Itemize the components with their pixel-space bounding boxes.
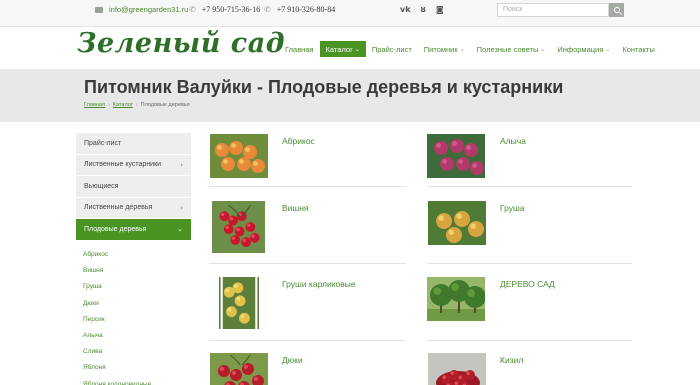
sidebar-subitem[interactable]: Персик — [76, 311, 191, 327]
sidebar-submenu: Абрикос Вишня Груша Дюки Персик Алыча Слива Ябл… — [76, 241, 191, 385]
product-name[interactable]: Вишня — [282, 203, 309, 213]
sidebar-subitem[interactable]: Яблоня — [76, 360, 191, 376]
mail-icon — [95, 6, 103, 13]
search-input[interactable]: Поиск — [497, 3, 609, 17]
nav-item-label: Прайс-лист — [371, 44, 412, 54]
sidebar-item[interactable]: Лиственные деревья › — [76, 197, 191, 219]
email-link[interactable]: info@greengarden31.ru — [95, 5, 188, 14]
sidebar-item-label: Лиственные деревья — [84, 204, 153, 212]
product-image[interactable] — [428, 199, 486, 250]
sidebar-subitem[interactable]: Яблоня колоновидные — [76, 376, 191, 385]
nav-item-label: Питомник — [423, 44, 458, 54]
row-divider — [427, 263, 632, 264]
nav-item-label: Главная — [285, 44, 314, 54]
product-image[interactable] — [428, 351, 486, 385]
product-image[interactable] — [427, 132, 485, 183]
phone-2[interactable]: ✆ +7 910-326-80-84 — [264, 5, 335, 14]
product-name[interactable]: ДЕРЕВО САД — [500, 279, 555, 289]
chevron-right-icon: › — [180, 160, 183, 169]
row-divider — [209, 340, 406, 341]
breadcrumb: Главная › Каталог › Плодовые деревья — [84, 102, 190, 108]
chevron-down-icon: ⌄ — [459, 45, 465, 53]
nav-item[interactable]: Прайс-лист — [366, 41, 418, 57]
page-title: Питомник Валуйки - Плодовые деревья и ку… — [84, 77, 564, 97]
row-divider — [209, 186, 406, 187]
nav-item[interactable]: Полезные советы ⌄ — [471, 41, 552, 57]
product-name[interactable]: Абрикос — [282, 136, 315, 146]
nav-item-label: Каталог — [325, 44, 353, 54]
phone-1[interactable]: ✆ +7 950-715-36-16 — [189, 5, 260, 14]
product-name[interactable]: Груши карликовые — [282, 279, 356, 289]
product-image[interactable] — [210, 132, 268, 183]
chevron-right-icon: › — [180, 203, 183, 212]
phone-1-text[interactable]: +7 950-715-36-16 — [202, 5, 261, 14]
nav-item[interactable]: Питомник ⌄ — [418, 41, 471, 57]
sidebar-item[interactable]: Лиственные кустарники › — [76, 154, 191, 176]
chevron-down-icon: ⌄ — [540, 45, 546, 53]
nav-item-label: Полезные советы — [476, 44, 539, 54]
nav-item[interactable]: Информация ⌄ — [551, 41, 616, 57]
sidebar-item[interactable]: Плодовые деревья ⌄ — [76, 219, 191, 241]
breadcrumb-catalog[interactable]: Каталог — [113, 102, 133, 108]
nav-item[interactable]: Главная — [279, 41, 320, 57]
nav-item[interactable]: Контакты — [616, 41, 660, 57]
logo[interactable]: Зеленый сад — [77, 28, 285, 59]
chevron-right-icon: › — [107, 102, 110, 108]
product-name[interactable]: Дюки — [282, 355, 303, 365]
sidebar-item-label: Плодовые деревья — [84, 225, 147, 233]
phone-icon: ✆ — [189, 5, 196, 14]
main-nav: Главная Каталог ⌄ Прайс-лист Питомник ⌄ Полезн… — [279, 41, 661, 57]
chevron-down-icon: ⌄ — [177, 225, 183, 234]
search-icon — [613, 7, 620, 13]
sidebar-subitem[interactable]: Абрикос — [76, 247, 191, 263]
product-image[interactable] — [207, 201, 270, 258]
vk-icon[interactable]: vk — [400, 5, 411, 14]
sidebar-subitem[interactable]: Слива — [76, 344, 191, 360]
sidebar-item[interactable]: Вьющиеся — [76, 176, 191, 198]
product-image[interactable] — [427, 275, 486, 326]
instagram-icon[interactable]: ◙ — [436, 5, 444, 14]
odnoklassniki-icon[interactable]: ȣ — [421, 5, 426, 14]
sidebar-item-label: Вьющиеся — [84, 182, 119, 190]
breadcrumb-home[interactable]: Главная — [84, 102, 105, 108]
nav-item-label: Контакты — [622, 44, 655, 54]
product-name[interactable]: Алыча — [500, 136, 526, 146]
search-button[interactable] — [609, 3, 624, 17]
sidebar-item[interactable]: Прайс-лист — [76, 133, 191, 155]
row-divider — [209, 263, 406, 264]
breadcrumb-current: Плодовые деревья — [140, 102, 190, 108]
search-placeholder: Поиск — [503, 6, 523, 13]
phone-icon: ✆ — [264, 5, 271, 14]
product-image[interactable] — [210, 351, 268, 385]
product-image[interactable] — [207, 277, 271, 334]
sidebar-subitem[interactable]: Дюки — [76, 295, 191, 311]
sidebar-item-label: Лиственные кустарники — [84, 161, 162, 169]
sidebar-subitem[interactable]: Вишня — [76, 263, 191, 279]
chevron-right-icon: › — [135, 102, 138, 108]
nav-item[interactable]: Каталог ⌄ — [319, 41, 366, 57]
social-links: vk ȣ ◙ — [400, 5, 444, 14]
chevron-down-icon: ⌄ — [605, 45, 611, 53]
sidebar: Прайс-лист Лиственные кустарники › Вьющиеся… — [76, 133, 191, 385]
chevron-down-icon: ⌄ — [354, 45, 360, 53]
phone-2-text[interactable]: +7 910-326-80-84 — [277, 5, 336, 14]
product-name[interactable]: Кизил — [500, 355, 523, 365]
sidebar-subitem[interactable]: Алыча — [76, 327, 191, 343]
email-text[interactable]: info@greengarden31.ru — [109, 5, 188, 14]
nav-item-label: Информация — [557, 44, 604, 54]
row-divider — [427, 186, 632, 187]
sidebar-item-label: Прайс-лист — [84, 139, 122, 147]
sidebar-subitem[interactable]: Груша — [76, 279, 191, 295]
top-bar: info@greengarden31.ru ✆ +7 950-715-36-16… — [0, 0, 700, 27]
row-divider — [427, 340, 632, 341]
product-name[interactable]: Груша — [500, 203, 525, 213]
